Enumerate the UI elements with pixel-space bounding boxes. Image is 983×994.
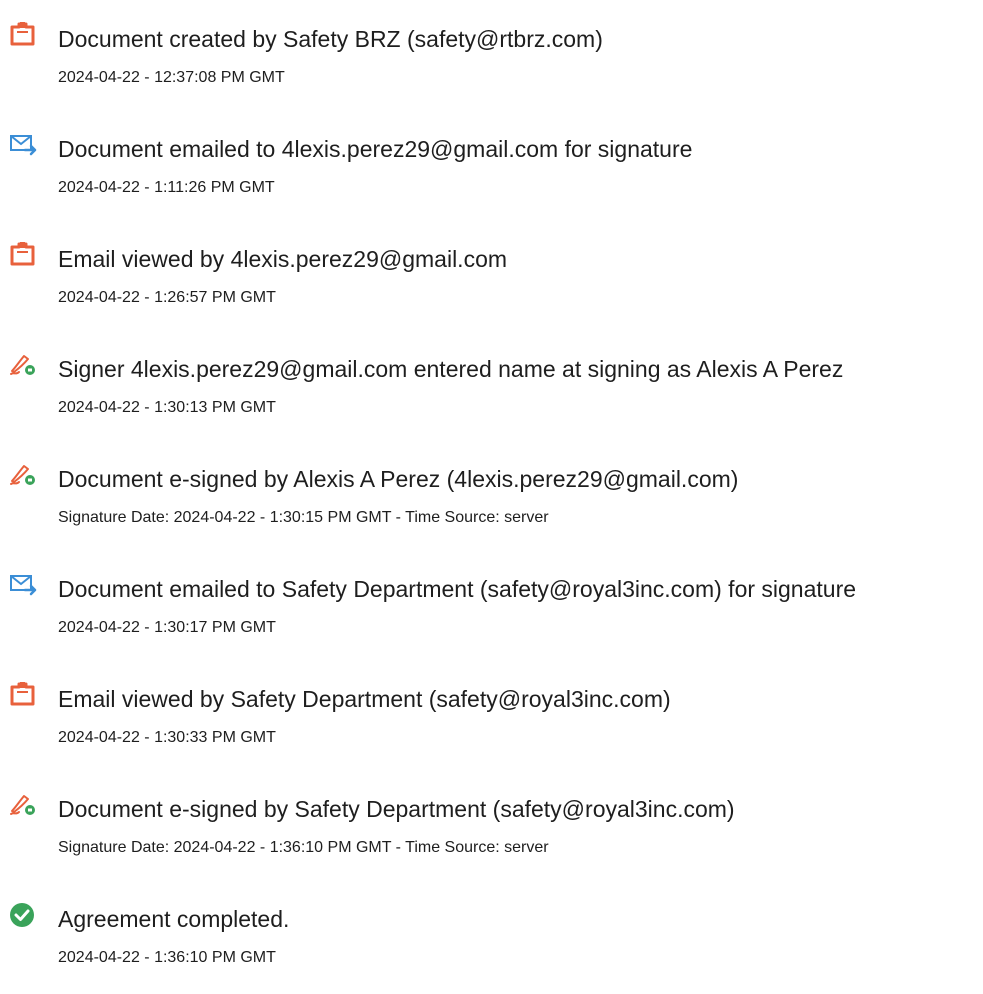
event-title: Document emailed to 4lexis.perez29@gmail…: [58, 136, 693, 162]
document-icon: [9, 680, 37, 708]
event-timestamp: 2024-04-22 - 12:37:08 PM GMT: [58, 69, 285, 86]
audit-event: Email viewed by Safety Department (safet…: [0, 675, 983, 765]
document-icon: [9, 20, 37, 48]
email-sent-icon: [9, 570, 37, 598]
event-timestamp: Signature Date: 2024-04-22 - 1:30:15 PM …: [58, 509, 549, 526]
event-title: Email viewed by 4lexis.perez29@gmail.com: [58, 246, 508, 272]
event-title: Document emailed to Safety Department (s…: [58, 576, 857, 602]
event-title: Document e-signed by Alexis A Perez (4le…: [58, 466, 739, 492]
audit-event: Signer 4lexis.perez29@gmail.com entered …: [0, 345, 983, 435]
event-timestamp: 2024-04-22 - 1:11:26 PM GMT: [58, 179, 275, 196]
audit-event: Document created by Safety BRZ (safety@r…: [0, 15, 983, 105]
audit-event: Document emailed to 4lexis.perez29@gmail…: [0, 125, 983, 215]
event-title: Document e-signed by Safety Department (…: [58, 796, 735, 822]
event-timestamp: 2024-04-22 - 1:30:13 PM GMT: [58, 399, 276, 416]
event-title: Agreement completed.: [58, 906, 290, 932]
audit-trail-list: Document created by Safety BRZ (safety@r…: [0, 0, 983, 994]
event-title: Document created by Safety BRZ (safety@r…: [58, 26, 603, 52]
event-timestamp: 2024-04-22 - 1:30:17 PM GMT: [58, 619, 276, 636]
audit-event: Document e-signed by Safety Department (…: [0, 785, 983, 875]
event-timestamp: Signature Date: 2024-04-22 - 1:36:10 PM …: [58, 839, 549, 856]
audit-event: Agreement completed. 2024-04-22 - 1:36:1…: [0, 895, 983, 985]
checkmark-icon: [9, 900, 37, 928]
signature-pen-icon: [9, 460, 37, 488]
event-timestamp: 2024-04-22 - 1:30:33 PM GMT: [58, 729, 276, 746]
audit-event: Email viewed by 4lexis.perez29@gmail.com…: [0, 235, 983, 325]
event-title: Signer 4lexis.perez29@gmail.com entered …: [58, 356, 844, 382]
event-title: Email viewed by Safety Department (safet…: [58, 686, 671, 712]
signature-pen-icon: [9, 350, 37, 378]
signature-pen-icon: [9, 790, 37, 818]
audit-event: Document emailed to Safety Department (s…: [0, 565, 983, 655]
event-timestamp: 2024-04-22 - 1:36:10 PM GMT: [58, 949, 276, 966]
audit-event: Document e-signed by Alexis A Perez (4le…: [0, 455, 983, 545]
email-sent-icon: [9, 130, 37, 158]
event-timestamp: 2024-04-22 - 1:26:57 PM GMT: [58, 289, 276, 306]
document-icon: [9, 240, 37, 268]
